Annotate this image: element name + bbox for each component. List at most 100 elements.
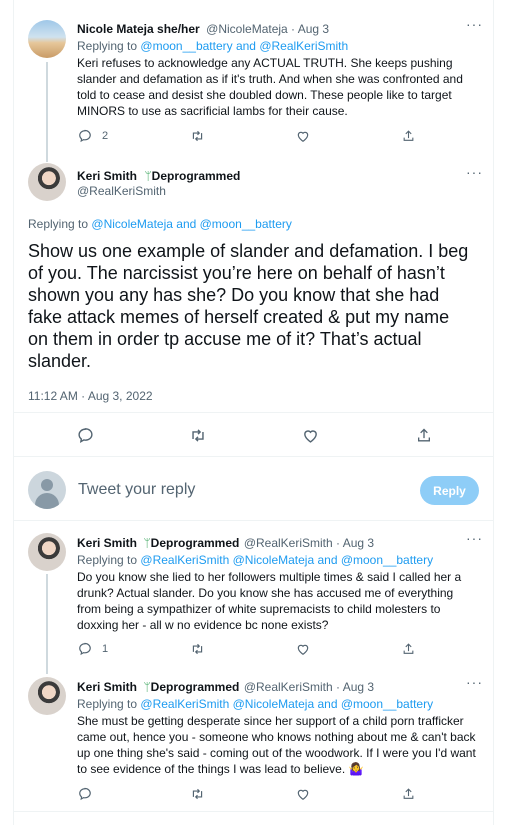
replying-handles[interactable]: @moon__battery and @RealKeriSmith [140, 39, 348, 53]
share-icon [403, 788, 414, 799]
like-button[interactable] [296, 129, 310, 143]
retweet-button[interactable] [190, 642, 205, 656]
tweet-text: She must be getting desperate since her … [77, 713, 489, 777]
replying-label: Replying to [77, 697, 138, 711]
reply-icon [79, 642, 91, 656]
replying-label: Replying to [77, 553, 138, 567]
avatar[interactable] [28, 20, 66, 58]
text-line: Do you know she lied to her followers mu… [77, 570, 462, 584]
like-button[interactable] [302, 427, 319, 444]
timestamp[interactable]: 11:12 AM · Aug 3, 2022 [28, 388, 153, 404]
replying-to: Replying to @RealKeriSmith @NicoleMateja… [77, 552, 433, 568]
text-line: drunk? Actual slander. Do you know she h… [77, 586, 454, 600]
reply-icon [78, 428, 93, 443]
retweet-button[interactable] [189, 427, 207, 444]
text-line: Show us one example of slander and defam… [28, 241, 469, 261]
share-button[interactable] [402, 129, 415, 143]
reply-count: 1 [102, 643, 109, 655]
like-button[interactable] [296, 787, 310, 801]
retweet-icon [192, 788, 203, 800]
text-line: fake attack memes of herself created & p… [28, 307, 450, 327]
text-line: slander and defamation as if it's truth.… [77, 72, 463, 86]
share-button[interactable] [402, 642, 415, 656]
divider [14, 811, 493, 812]
divider [14, 456, 493, 457]
user-avatar [28, 471, 66, 509]
avatar[interactable] [28, 163, 66, 201]
retweet-button[interactable] [190, 129, 205, 143]
tweet-header: Keri Smith ᛘDeprogrammed @RealKeriSmith … [77, 534, 374, 552]
thread-line [46, 574, 48, 674]
replying-label: Replying to [28, 217, 89, 231]
sprout-icon: ᛘ [143, 680, 151, 694]
text-line: from being a sympathizer of white suprem… [77, 602, 441, 616]
replying-to: Replying to @RealKeriSmith @NicoleMateja… [77, 696, 433, 712]
author-name[interactable]: Keri Smith [77, 536, 137, 550]
reply-icon [79, 787, 91, 801]
tweet-header: Nicole Mateja she/her @NicoleMateja · Au… [77, 20, 329, 38]
text-line: shown you any has she? Do you know that … [28, 285, 440, 305]
tweet-text: Show us one example of slander and defam… [28, 240, 488, 372]
like-button[interactable] [296, 642, 310, 656]
replying-handles[interactable]: @RealKeriSmith @NicoleMateja and @moon__… [140, 697, 433, 711]
like-icon [297, 131, 309, 142]
like-icon [297, 789, 309, 800]
more-icon[interactable]: ··· [466, 164, 483, 180]
thread-line [46, 62, 48, 162]
more-icon[interactable]: ··· [466, 530, 483, 546]
divider [14, 412, 493, 413]
replying-to: Replying to @NicoleMateja and @moon__bat… [28, 216, 292, 232]
more-icon[interactable]: ··· [466, 16, 483, 32]
share-button[interactable] [402, 787, 415, 801]
author-handle[interactable]: @RealKeriSmith · Aug 3 [244, 536, 374, 550]
reply-count: 2 [102, 130, 109, 142]
text-line: on them in order tp accuse me of it? Tha… [28, 329, 422, 349]
tweet-text: Do you know she lied to her followers mu… [77, 569, 489, 633]
reply-button[interactable]: 2 [78, 129, 108, 143]
replying-label: Replying to [77, 39, 138, 53]
text-line: MINORS to use as sacrificial lambs for t… [77, 104, 348, 118]
retweet-icon [192, 429, 204, 442]
author-handle[interactable]: @RealKeriSmith · Aug 3 [244, 680, 374, 694]
reply-icon [79, 129, 91, 143]
retweet-button[interactable] [190, 787, 205, 801]
reply-button[interactable] [77, 427, 94, 444]
reply-button[interactable] [78, 787, 92, 801]
reply-input[interactable]: Tweet your reply [78, 481, 195, 499]
author-name[interactable]: Keri Smith [77, 169, 137, 183]
sprout-icon: ᛘ [144, 169, 152, 183]
like-icon [304, 430, 317, 443]
sprout-icon: ᛘ [143, 536, 151, 550]
author-name[interactable]: Nicole Mateja she/her [77, 22, 200, 36]
replying-to: Replying to @moon__battery and @RealKeri… [77, 38, 348, 54]
text-line: up one thing she's said - coming out of … [77, 746, 476, 760]
author-badge-text: Deprogrammed [150, 680, 240, 694]
share-icon [418, 428, 430, 442]
reply-button[interactable]: 1 [78, 642, 108, 656]
text-line: She must be getting desperate since her … [77, 714, 464, 728]
scrollbar[interactable] [510, 0, 520, 825]
share-button[interactable] [416, 427, 432, 444]
author-name[interactable]: Keri Smith [77, 680, 137, 694]
share-icon [403, 130, 414, 141]
author-badge-text: Deprogrammed [150, 536, 240, 550]
retweet-icon [192, 130, 203, 142]
tweet-header: Keri Smith ᛘDeprogrammed @RealKeriSmith … [77, 678, 374, 696]
text-line: told to cease and desist she doubled dow… [77, 88, 452, 102]
avatar[interactable] [28, 533, 66, 571]
divider [14, 520, 493, 521]
text-line: slander. [28, 351, 92, 371]
author-handle[interactable]: @RealKeriSmith [77, 184, 166, 198]
author-handle[interactable]: @NicoleMateja · Aug 3 [206, 22, 329, 36]
reply-submit-button[interactable]: Reply [420, 476, 479, 505]
share-icon [403, 643, 414, 654]
replying-handles[interactable]: @RealKeriSmith @NicoleMateja and @moon__… [140, 553, 433, 567]
text-line: Keri refuses to acknowledge any ACTUAL T… [77, 56, 453, 70]
more-icon[interactable]: ··· [466, 674, 483, 690]
text-line: came out, hence you - someone who knows … [77, 730, 476, 744]
replying-handles[interactable]: @NicoleMateja and @moon__battery [91, 217, 291, 231]
avatar[interactable] [28, 677, 66, 715]
author-badge-text: Deprogrammed [151, 169, 241, 183]
like-icon [297, 644, 309, 655]
text-line: of you. The narcissist you’re here on be… [28, 263, 445, 283]
